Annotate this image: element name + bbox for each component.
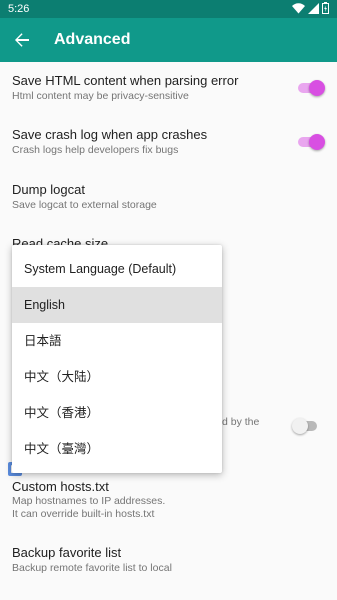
language-option-chinese-taiwan[interactable]: 中文（臺灣） bbox=[12, 431, 222, 467]
language-option-japanese[interactable]: 日本語 bbox=[12, 323, 222, 359]
language-option-chinese-hongkong[interactable]: 中文（香港） bbox=[12, 395, 222, 431]
language-option-chinese-mainland[interactable]: 中文（大陆） bbox=[12, 359, 222, 395]
language-option-english[interactable]: English bbox=[12, 287, 222, 323]
language-option-system-default[interactable]: System Language (Default) bbox=[12, 251, 222, 287]
language-popup-menu: System Language (Default) English 日本語 中文… bbox=[12, 245, 222, 473]
